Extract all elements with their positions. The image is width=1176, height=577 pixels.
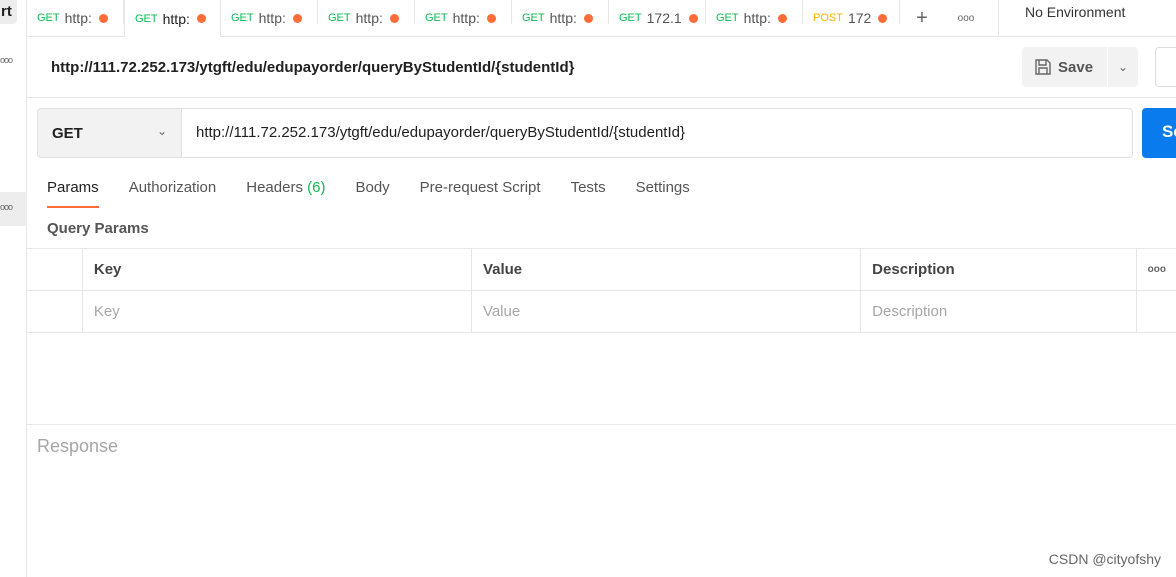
sidebar-new-button[interactable]: rt xyxy=(0,0,17,24)
request-tab[interactable]: GET http: xyxy=(706,0,803,36)
method-label: GET xyxy=(619,12,642,24)
request-options-tabs: Params Authorization Headers (6) Body Pr… xyxy=(47,179,720,208)
tab-headers[interactable]: Headers (6) xyxy=(246,179,325,208)
tab-params[interactable]: Params xyxy=(47,179,99,208)
checkbox-column xyxy=(27,248,83,291)
request-tab[interactable]: GET http: xyxy=(512,0,609,36)
request-title[interactable]: http://111.72.252.173/ytgft/edu/edupayor… xyxy=(51,59,574,76)
tab-pre-request-script[interactable]: Pre-request Script xyxy=(420,179,541,208)
unsaved-dot-icon xyxy=(486,13,496,23)
tab-label: http: xyxy=(162,10,190,27)
tab-label: Headers xyxy=(246,179,303,196)
row-options xyxy=(1135,290,1176,333)
request-tab-active[interactable]: GET http: xyxy=(124,0,221,37)
sidebar-selected-item[interactable]: ooo xyxy=(0,192,27,226)
request-tab[interactable]: GET http: xyxy=(27,0,124,36)
tab-label: http: xyxy=(743,10,771,26)
query-params-table: Key Value Description ooo Key Value Desc… xyxy=(27,248,1176,333)
tab-settings[interactable]: Settings xyxy=(636,179,690,208)
table-row: Key Value Description xyxy=(27,290,1176,333)
tab-label: http: xyxy=(549,10,577,26)
tab-label: http: xyxy=(355,10,383,26)
chevron-down-icon: ⌄ xyxy=(156,124,167,138)
tab-tests[interactable]: Tests xyxy=(571,179,606,208)
tab-label: http: xyxy=(64,10,92,26)
more-tabs-button[interactable]: ooo xyxy=(944,0,988,36)
unsaved-dot-icon xyxy=(688,13,698,23)
headers-count: (6) xyxy=(307,179,326,196)
method-value: GET xyxy=(52,125,83,142)
unsaved-dot-icon xyxy=(98,13,108,23)
table-header-row: Key Value Description ooo xyxy=(27,248,1176,291)
request-tab[interactable]: GET http: xyxy=(318,0,415,36)
save-icon xyxy=(1035,59,1051,75)
tab-label: 172.1 xyxy=(646,10,682,26)
request-tab[interactable]: GET 172.1 xyxy=(609,0,706,36)
method-label: GET xyxy=(231,12,254,24)
chevron-down-icon: ⌄ xyxy=(1117,60,1129,74)
unsaved-dot-icon xyxy=(292,13,302,23)
watermark: CSDN @cityofshy xyxy=(1048,551,1161,567)
method-label: GET xyxy=(328,12,351,24)
response-divider[interactable] xyxy=(27,424,1176,425)
method-label: GET xyxy=(135,12,158,25)
column-key: Key xyxy=(81,248,472,291)
request-tab[interactable]: POST 172 xyxy=(803,0,900,36)
save-label: Save xyxy=(1058,58,1094,76)
method-select[interactable]: GET ⌄ xyxy=(37,108,182,158)
method-label: GET xyxy=(425,12,448,24)
add-tab-button[interactable]: + xyxy=(900,0,944,36)
tab-authorization[interactable]: Authorization xyxy=(129,179,217,208)
unsaved-dot-icon xyxy=(878,13,888,23)
url-input[interactable]: http://111.72.252.173/ytgft/edu/edupayor… xyxy=(181,108,1133,158)
description-input[interactable]: Description xyxy=(860,290,1137,333)
more-icon[interactable]: ooo xyxy=(0,202,13,212)
more-icon[interactable]: ooo xyxy=(0,55,13,65)
sidebar: rt ooo ooo xyxy=(0,0,27,577)
response-label: Response xyxy=(37,436,119,456)
save-button[interactable]: Save xyxy=(1022,47,1107,87)
request-tab[interactable]: GET http: xyxy=(221,0,318,36)
row-checkbox[interactable] xyxy=(27,290,83,333)
unsaved-dot-icon xyxy=(583,13,593,23)
unsaved-dot-icon xyxy=(196,14,206,23)
tab-label: http: xyxy=(452,10,480,26)
request-tab[interactable]: GET http: xyxy=(415,0,512,36)
method-label: GET xyxy=(522,12,545,24)
divider xyxy=(27,97,1176,98)
unsaved-dot-icon xyxy=(389,13,399,23)
method-label: POST xyxy=(813,12,843,24)
method-label: GET xyxy=(716,12,739,24)
column-value: Value xyxy=(470,248,862,291)
key-input[interactable]: Key xyxy=(81,290,472,333)
column-description: Description xyxy=(860,248,1137,291)
method-label: GET xyxy=(37,12,60,24)
tab-body[interactable]: Body xyxy=(355,179,389,208)
toolbar-button[interactable] xyxy=(1155,47,1176,87)
tab-label: http: xyxy=(258,10,286,26)
query-params-title: Query Params xyxy=(47,220,149,237)
column-options-button[interactable]: ooo xyxy=(1135,248,1176,291)
value-input[interactable]: Value xyxy=(470,290,862,333)
unsaved-dot-icon xyxy=(777,13,787,23)
tab-label: 172 xyxy=(847,10,872,26)
send-button[interactable]: Se xyxy=(1142,108,1176,158)
save-dropdown-button[interactable]: ⌄ xyxy=(1108,47,1138,87)
environment-selector[interactable]: No Environment xyxy=(998,0,1176,37)
